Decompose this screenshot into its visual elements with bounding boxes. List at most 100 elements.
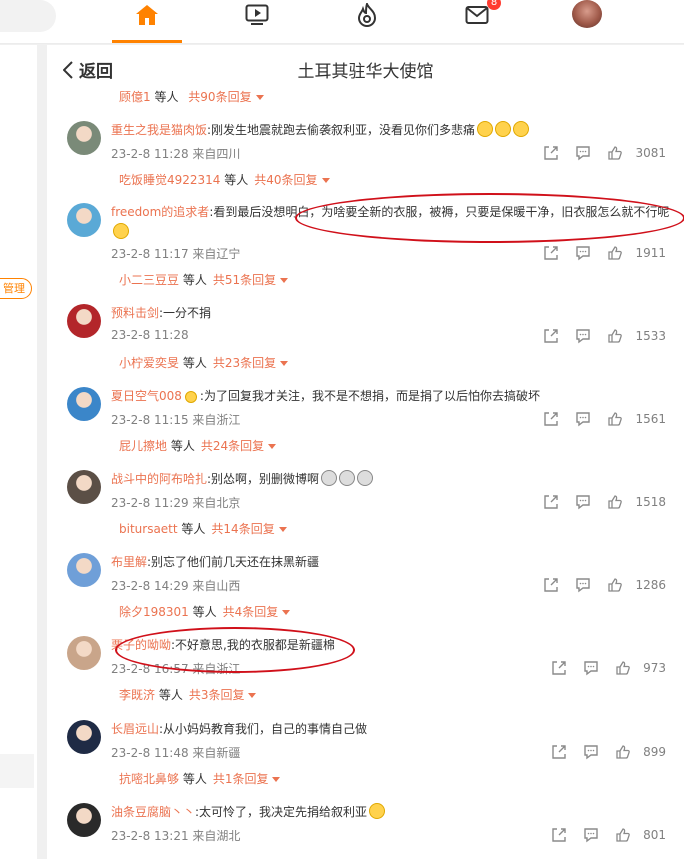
comment-actions: 1518 (535, 493, 666, 511)
like-icon[interactable] (607, 743, 639, 761)
replies-summary[interactable]: 小二三豆豆 等人 共51条回复 (119, 271, 289, 288)
avatar[interactable] (67, 470, 101, 504)
comment-actions: 801 (543, 826, 666, 844)
replies-summary[interactable]: 除夕198301 等人 共4条回复 (119, 603, 291, 620)
comment-username[interactable]: freedom的追求者 (111, 205, 209, 219)
comment-icon[interactable] (567, 244, 599, 262)
comment-meta: 23-2-8 11:28 来自四川 (111, 147, 241, 161)
share-icon[interactable] (535, 493, 567, 511)
share-icon[interactable] (543, 743, 575, 761)
reply-total[interactable]: 共51条回复 (213, 273, 276, 287)
expand-arrow-icon (321, 178, 330, 183)
reply-total[interactable]: 共4条回复 (223, 605, 279, 619)
replies-summary[interactable]: bitursaett 等人 共14条回复 (119, 520, 287, 537)
comment-icon[interactable] (575, 743, 607, 761)
reply-user[interactable]: bitursaett (119, 522, 178, 536)
comment-icon[interactable] (567, 327, 599, 345)
comment-username[interactable]: 预料击剑 (111, 306, 159, 320)
comment-icon[interactable] (567, 576, 599, 594)
comment-icon[interactable] (567, 493, 599, 511)
share-icon[interactable] (535, 244, 567, 262)
video-icon[interactable] (237, 0, 277, 30)
avatar[interactable] (67, 636, 101, 670)
replies-summary[interactable]: 抗嘧北鼻够 等人 共1条回复 (119, 770, 281, 787)
comment-username[interactable]: 长眉远山 (111, 722, 159, 736)
comment-icon[interactable] (567, 410, 599, 428)
avatar[interactable] (67, 121, 101, 155)
hot-icon[interactable] (347, 0, 387, 30)
comment-username[interactable]: 布里解 (111, 555, 147, 569)
reply-user[interactable]: 吃饭睡觉4922314 (119, 173, 220, 187)
share-icon[interactable] (535, 144, 567, 162)
reply-user[interactable]: 顾億1 (119, 90, 151, 104)
comment-item: 战斗中的阿布哈扎:别怂啊，别删微博啊 23-2-8 11:29 来自北京 1518 b… (47, 470, 684, 550)
like-icon[interactable] (607, 659, 639, 677)
search-box[interactable] (0, 0, 56, 32)
reply-total[interactable]: 共23条回复 (213, 356, 276, 370)
emoji-icon (369, 803, 386, 819)
reply-total[interactable]: 共1条回复 (213, 772, 269, 786)
active-tab-indicator (112, 40, 182, 43)
comment-icon[interactable] (575, 826, 607, 844)
share-icon[interactable] (543, 659, 575, 677)
avatar[interactable] (67, 803, 101, 837)
like-icon[interactable] (599, 244, 631, 262)
comment-item: 长眉远山:从小妈妈教育我们，自己的事情自己做 23-2-8 11:48 来自新疆 8… (47, 720, 684, 800)
replies-summary[interactable]: 顾億1 等人 共90条回复 (119, 88, 264, 105)
reply-user[interactable]: 李既济 (119, 688, 155, 702)
comment-actions: 1533 (535, 327, 666, 345)
avatar[interactable] (67, 553, 101, 587)
message-badge: 8 (487, 0, 501, 10)
share-icon[interactable] (543, 826, 575, 844)
avatar[interactable] (67, 203, 101, 237)
reply-user[interactable]: 抗嘧北鼻够 (119, 772, 179, 786)
like-icon[interactable] (599, 410, 631, 428)
avatar[interactable] (67, 720, 101, 754)
avatar[interactable] (67, 304, 101, 338)
comment-text: 油条豆腐脑丶丶:太可怜了，我决定先捐给叙利亚 (111, 803, 386, 820)
reply-total[interactable]: 共14条回复 (211, 522, 274, 536)
left-sidebar-block (0, 754, 34, 788)
share-icon[interactable] (535, 576, 567, 594)
avatar[interactable] (67, 387, 101, 421)
share-icon[interactable] (535, 410, 567, 428)
replies-summary[interactable]: 屁儿擦地 等人 共24条回复 (119, 437, 277, 454)
like-icon[interactable] (607, 826, 639, 844)
user-avatar[interactable] (572, 0, 602, 28)
reply-suffix: 等人 (179, 356, 207, 370)
reply-user[interactable]: 小二三豆豆 (119, 273, 179, 287)
like-icon[interactable] (599, 327, 631, 345)
highlight-ellipse (115, 627, 355, 673)
comment-item: 预料击剑:一分不捐 23-2-8 11:28 1533 小柠爱奕旻 等人 共23条回复 (47, 304, 684, 384)
emoji-icon (477, 121, 494, 137)
reply-total[interactable]: 共3条回复 (189, 688, 245, 702)
comment-body: :一分不捐 (159, 306, 212, 320)
home-icon[interactable] (127, 0, 167, 30)
reply-user[interactable]: 小柠爱奕旻 (119, 356, 179, 370)
comment-username[interactable]: 夏日空气008 (111, 389, 182, 403)
reply-user[interactable]: 除夕198301 (119, 605, 189, 619)
comment-username[interactable]: 战斗中的阿布哈扎 (111, 472, 207, 486)
replies-summary[interactable]: 小柠爱奕旻 等人 共23条回复 (119, 354, 289, 371)
comment-username[interactable]: 油条豆腐脑丶丶 (111, 805, 195, 819)
manage-button[interactable]: 管理 (0, 278, 32, 299)
like-icon[interactable] (599, 144, 631, 162)
comment-actions: 973 (543, 659, 666, 677)
reply-total[interactable]: 共40条回复 (254, 173, 317, 187)
like-count: 973 (643, 661, 666, 675)
replies-summary[interactable]: 李既济 等人 共3条回复 (119, 686, 257, 703)
reply-user[interactable]: 屁儿擦地 (119, 439, 167, 453)
like-icon[interactable] (599, 576, 631, 594)
comment-meta: 23-2-8 11:17 来自辽宁 (111, 247, 241, 261)
like-icon[interactable] (599, 493, 631, 511)
share-icon[interactable] (535, 327, 567, 345)
comment-text: 预料击剑:一分不捐 (111, 304, 211, 321)
comment-icon[interactable] (575, 659, 607, 677)
replies-summary[interactable]: 吃饭睡觉4922314 等人 共40条回复 (119, 171, 330, 188)
expand-arrow-icon (280, 278, 289, 283)
reply-total[interactable]: 共90条回复 (188, 90, 251, 104)
comment-icon[interactable] (567, 144, 599, 162)
reply-total[interactable]: 共24条回复 (201, 439, 264, 453)
comment-username[interactable]: 重生之我是猫肉饭 (111, 123, 207, 137)
emoji-icon (321, 470, 338, 486)
